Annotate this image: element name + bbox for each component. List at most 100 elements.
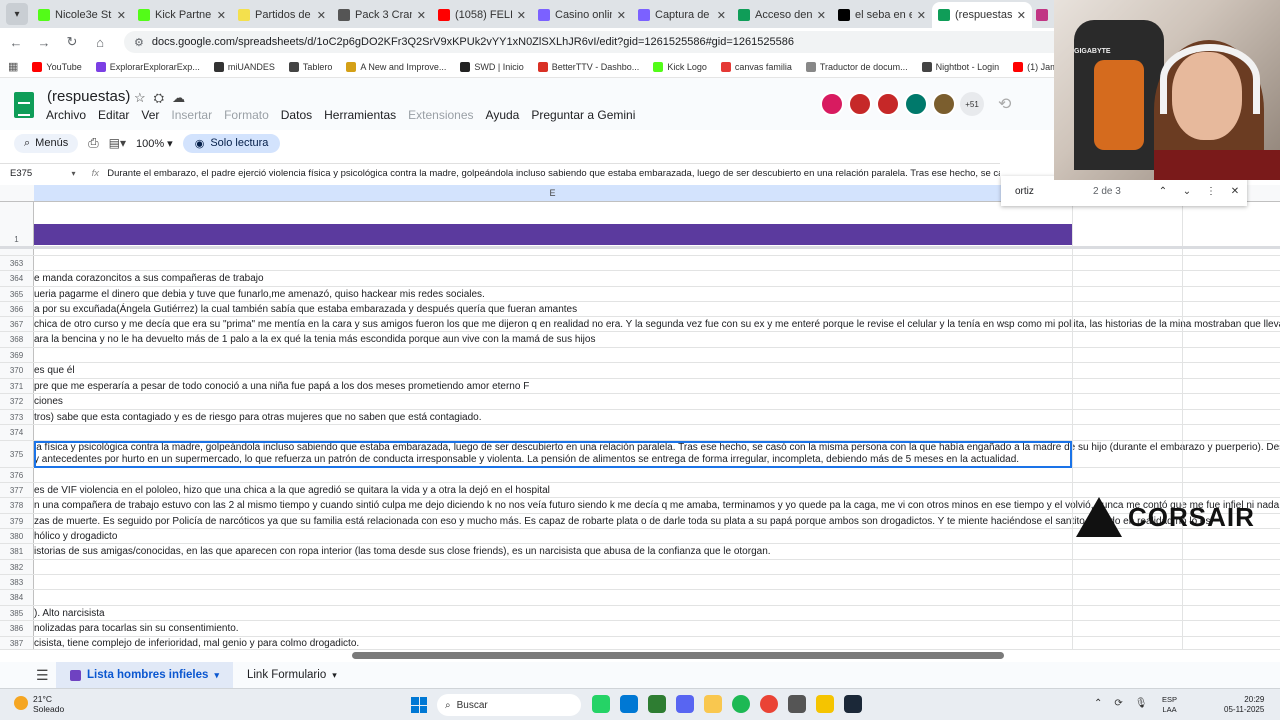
freeze-divider[interactable] (0, 246, 1280, 249)
row-number[interactable]: 369 (0, 348, 34, 362)
sheet-tab-menu-icon[interactable]: ▾ (332, 670, 337, 681)
sheets-logo-icon[interactable] (14, 92, 34, 118)
tab-close-icon[interactable]: ✕ (917, 9, 926, 22)
row-number[interactable]: 386 (0, 621, 34, 636)
bookmark-item[interactable]: canvas familia (720, 61, 792, 72)
row-number[interactable]: 365 (0, 287, 34, 301)
menu-item[interactable]: Herramientas (324, 108, 396, 122)
print-icon[interactable]: ⎙ (88, 135, 98, 151)
tab-close-icon[interactable]: ✕ (817, 9, 826, 22)
table-row[interactable]: 383 (0, 575, 1280, 590)
avatar[interactable] (820, 92, 844, 116)
version-history-icon[interactable]: ⟲ (998, 94, 1011, 114)
chrome-icon[interactable] (760, 695, 778, 713)
weather-widget[interactable]: 21°C Soleado (14, 694, 64, 714)
row-number[interactable]: 381 (0, 544, 34, 559)
menu-item[interactable]: Formato (224, 108, 269, 122)
more-collaborators-badge[interactable]: +51 (960, 92, 984, 116)
row-number[interactable]: 367 (0, 317, 34, 331)
back-icon[interactable]: ← (8, 35, 24, 50)
forward-icon[interactable]: → (36, 35, 52, 50)
browser-tab[interactable]: Captura de pa ✕ (632, 2, 732, 28)
row-number[interactable]: 385 (0, 606, 34, 620)
tab-close-icon[interactable]: ✕ (717, 9, 726, 22)
sheet-tab[interactable]: Lista hombres infieles ▾ (56, 662, 233, 688)
clock[interactable]: 20:29 05-11-2025 (1224, 695, 1264, 715)
tab-close-icon[interactable]: ✕ (617, 9, 626, 22)
browser-tab[interactable]: Casino online ✕ (532, 2, 632, 28)
file-explorer-icon[interactable] (704, 695, 722, 713)
discord-icon[interactable] (676, 695, 694, 713)
row-number[interactable]: 363 (0, 256, 34, 270)
find-input[interactable]: ortiz (1015, 186, 1093, 197)
tray-mic-icon[interactable]: 🎙 (1135, 698, 1148, 709)
bookmark-item[interactable]: Tablero (288, 61, 332, 72)
site-info-icon[interactable]: ⚙ (134, 36, 144, 49)
menu-item[interactable]: Ver (141, 108, 159, 122)
table-row[interactable]: 369 (0, 348, 1280, 363)
tray-chevron-icon[interactable]: ⌃ (1094, 698, 1102, 709)
home-icon[interactable]: ⌂ (92, 35, 108, 50)
find-prev-icon[interactable]: ⌃ (1151, 186, 1175, 197)
browser-tab[interactable]: Pack 3 Craneo ✕ (332, 2, 432, 28)
close-icon[interactable]: ✕ (1223, 186, 1247, 197)
avatar[interactable] (848, 92, 872, 116)
bookmark-item[interactable]: BetterTTV - Dashbo... (537, 61, 639, 72)
browser-tab[interactable]: Acceso denega ✕ (732, 2, 832, 28)
find-more-icon[interactable]: ⋮ (1199, 186, 1223, 197)
menu-item[interactable]: Extensiones (408, 108, 473, 122)
avatar[interactable] (932, 92, 956, 116)
row-number[interactable]: 371 (0, 379, 34, 393)
name-box[interactable]: E375 (0, 168, 72, 179)
selected-cell-e375[interactable] (34, 441, 1072, 468)
paint-format-icon[interactable]: ▤▾ (109, 136, 126, 150)
menus-search-button[interactable]: ⌕ Menús (14, 133, 79, 153)
read-only-badge[interactable]: ◉ Solo lectura (182, 133, 281, 153)
row-number[interactable]: 373 (0, 410, 34, 424)
table-row[interactable]: 371 pre que me esperaría a pesar de todo … (0, 379, 1280, 394)
row-number[interactable]: 372 (0, 394, 34, 409)
tab-close-icon[interactable]: ✕ (417, 9, 426, 22)
row-number[interactable]: 380 (0, 529, 34, 543)
settings-icon[interactable] (788, 695, 806, 713)
bookmark-item[interactable]: Traductor de docum... (805, 61, 908, 72)
table-row[interactable]: 373 tros) sabe que esta contagiado y es d… (0, 410, 1280, 425)
taskbar-search[interactable]: ⌕ Buscar (437, 694, 581, 716)
table-row[interactable]: 370 es que él (0, 363, 1280, 379)
table-row[interactable]: 363 (0, 256, 1280, 271)
bookmark-item[interactable]: miUANDES (213, 61, 275, 72)
table-row[interactable]: 365 ueria pagarme el dinero que debia y t… (0, 287, 1280, 302)
table-row[interactable]: 372 ciones (0, 394, 1280, 410)
table-row[interactable]: 385). Alto narcisista (0, 606, 1280, 621)
cloud-status-icon[interactable]: ☁ (172, 90, 193, 105)
table-row[interactable]: 386 nolizadas para tocarlas sin su consen… (0, 621, 1280, 637)
row-number[interactable]: 374 (0, 425, 34, 440)
steam-icon[interactable] (844, 695, 862, 713)
row-number[interactable]: 387 (0, 637, 34, 649)
table-row[interactable]: 376 (0, 468, 1280, 483)
tab-close-icon[interactable]: ✕ (517, 9, 526, 22)
browser-tab[interactable]: Partidos de ho ✕ (232, 2, 332, 28)
zoom-select[interactable]: 100% ▾ (136, 137, 173, 150)
browser-tab[interactable]: Nicole3e Strea ✕ (32, 2, 132, 28)
sheet-tab-menu-icon[interactable]: ▾ (214, 670, 219, 681)
bookmark-item[interactable]: Kick Logo (653, 61, 707, 72)
avatar[interactable] (904, 92, 928, 116)
all-sheets-icon[interactable]: ☰ (36, 667, 56, 684)
row-number[interactable]: 377 (0, 483, 34, 497)
tab-search-icon[interactable]: ▾ (6, 3, 28, 25)
bookmark-item[interactable]: YouTube (32, 61, 82, 72)
bookmark-item[interactable]: A New and Improve... (346, 61, 446, 72)
row-number[interactable]: 366 (0, 302, 34, 316)
browser-tab[interactable]: el seba en ese ✕ (832, 2, 932, 28)
sheet-tab[interactable]: Link Formulario ▾ (233, 662, 351, 688)
reload-icon[interactable]: ↻ (64, 34, 80, 50)
row-number[interactable]: 378 (0, 498, 34, 513)
table-row[interactable]: 374 (0, 425, 1280, 441)
whatsapp-icon[interactable] (592, 695, 610, 713)
table-row[interactable]: 367 chica de otro curso y me decía que er… (0, 317, 1280, 332)
row-number[interactable]: 370 (0, 363, 34, 378)
sticky-notes-icon[interactable] (816, 695, 834, 713)
row-number[interactable]: 364 (0, 271, 34, 286)
language-indicator[interactable]: ESP LAA (1162, 695, 1177, 715)
